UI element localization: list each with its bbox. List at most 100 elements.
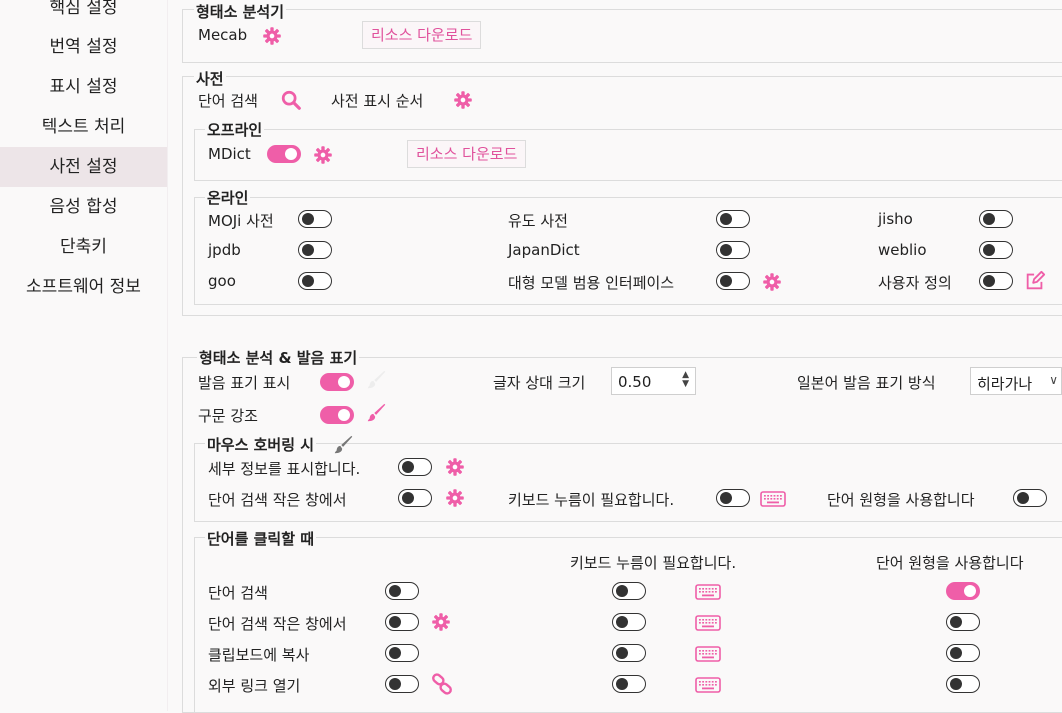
click-link-base-toggle[interactable] bbox=[946, 675, 980, 693]
click-row-label: 단어 검색 bbox=[208, 584, 268, 602]
morph-engine-label: Mecab bbox=[198, 26, 248, 44]
sidebar-item-tts[interactable]: 음성 합성 bbox=[0, 187, 167, 227]
click-col-base-header: 단어 원형을 사용합니다 bbox=[876, 554, 1024, 572]
pron-show-toggle[interactable] bbox=[320, 373, 354, 391]
pron-group-title: 형태소 분석 & 발음 표기 bbox=[197, 347, 360, 368]
mdict-label: MDict bbox=[208, 145, 251, 163]
pron-size-value: 0.50 bbox=[618, 373, 652, 391]
online-item-label: jisho bbox=[878, 210, 913, 228]
click-search-base-toggle[interactable] bbox=[946, 582, 980, 600]
morph-download-button[interactable]: 리소스 다운로드 bbox=[362, 21, 482, 49]
sidebar-divider bbox=[167, 0, 168, 711]
hover-small-toggle[interactable] bbox=[398, 489, 432, 507]
gear-icon[interactable] bbox=[313, 145, 333, 165]
pron-show-label: 발음 표기 표시 bbox=[198, 374, 291, 392]
click-search-toggle[interactable] bbox=[385, 582, 419, 600]
gear-icon[interactable] bbox=[453, 90, 473, 110]
keyboard-icon[interactable] bbox=[695, 646, 721, 662]
keyboard-icon[interactable] bbox=[695, 584, 721, 600]
online-item-label: weblio bbox=[878, 241, 927, 259]
sidebar-item-dictionary[interactable]: 사전 설정 bbox=[0, 147, 167, 187]
online-item-label: goo bbox=[208, 272, 236, 290]
morph-group-title: 형태소 분석기 bbox=[194, 1, 287, 22]
syntax-label: 구문 강조 bbox=[198, 407, 258, 425]
click-small-toggle[interactable] bbox=[385, 613, 419, 631]
online-japandict-toggle[interactable] bbox=[716, 241, 750, 259]
hover-keyboard-label: 키보드 누름이 필요합니다. bbox=[508, 491, 675, 509]
online-item-label: JapanDict bbox=[508, 241, 580, 259]
online-youdao-toggle[interactable] bbox=[716, 210, 750, 228]
click-row-label: 단어 검색 작은 창에서 bbox=[208, 615, 347, 633]
click-copy-toggle[interactable] bbox=[385, 644, 419, 662]
hover-base-toggle[interactable] bbox=[1013, 489, 1047, 507]
hover-detail-toggle[interactable] bbox=[398, 458, 432, 476]
syntax-toggle[interactable] bbox=[320, 406, 354, 424]
click-search-keyboard-toggle[interactable] bbox=[612, 582, 646, 600]
click-row-label: 클립보드에 복사 bbox=[208, 646, 310, 664]
hover-small-label: 단어 검색 작은 창에서 bbox=[208, 491, 347, 509]
dict-order-label: 사전 표시 순서 bbox=[331, 92, 424, 110]
brush-icon[interactable] bbox=[333, 434, 355, 456]
click-copy-base-toggle[interactable] bbox=[946, 644, 980, 662]
online-moji-toggle[interactable] bbox=[298, 210, 332, 228]
edit-icon[interactable] bbox=[1024, 270, 1046, 292]
click-link-toggle[interactable] bbox=[385, 675, 419, 693]
gear-icon[interactable] bbox=[762, 272, 782, 292]
pron-method-label: 일본어 발음 표기 방식 bbox=[797, 374, 936, 392]
online-item-label: 사용자 정의 bbox=[878, 274, 952, 292]
hover-group-title: 마우스 호버링 시 bbox=[205, 434, 317, 455]
brush-icon[interactable] bbox=[366, 369, 388, 391]
online-item-label: MOJi 사전 bbox=[208, 212, 274, 230]
pron-size-label: 글자 상대 크기 bbox=[493, 374, 586, 392]
hover-detail-label: 세부 정보를 표시합니다. bbox=[208, 460, 361, 478]
click-small-keyboard-toggle[interactable] bbox=[612, 613, 646, 631]
spin-arrows-icon[interactable]: ▲ ▼ bbox=[682, 371, 689, 389]
hover-base-label: 단어 원형을 사용합니다 bbox=[827, 491, 975, 509]
hover-keyboard-toggle[interactable] bbox=[716, 489, 750, 507]
search-icon[interactable] bbox=[280, 89, 302, 111]
online-item-label: 유도 사전 bbox=[508, 212, 568, 230]
online-group-title: 온라인 bbox=[205, 187, 251, 208]
gear-icon[interactable] bbox=[431, 612, 451, 632]
online-custom-toggle[interactable] bbox=[979, 272, 1013, 290]
chevron-down-icon: ∨ bbox=[1049, 373, 1058, 387]
pron-method-select[interactable]: 히라가나 ∨ bbox=[970, 367, 1062, 395]
link-icon[interactable] bbox=[431, 673, 453, 695]
online-jpdb-toggle[interactable] bbox=[298, 241, 332, 259]
keyboard-icon[interactable] bbox=[760, 491, 786, 507]
mdict-download-button[interactable]: 리소스 다운로드 bbox=[407, 140, 527, 168]
sidebar: 핵심 설정 번역 설정 표시 설정 텍스트 처리 사전 설정 음성 합성 단축키… bbox=[0, 0, 167, 711]
sidebar-item-core[interactable]: 핵심 설정 bbox=[0, 0, 167, 28]
sidebar-item-hotkeys[interactable]: 단축키 bbox=[0, 227, 167, 267]
online-item-label: jpdb bbox=[208, 241, 241, 259]
offline-group-title: 오프라인 bbox=[205, 119, 265, 140]
pron-size-spinbox[interactable]: 0.50 ▲ ▼ bbox=[611, 367, 696, 395]
click-col-keyboard-header: 키보드 누름이 필요합니다. bbox=[570, 554, 737, 572]
online-jisho-toggle[interactable] bbox=[979, 210, 1013, 228]
morph-group bbox=[182, 9, 1062, 63]
sidebar-item-text[interactable]: 텍스트 처리 bbox=[0, 107, 167, 147]
gear-icon[interactable] bbox=[262, 26, 282, 46]
dict-group-title: 사전 bbox=[194, 68, 226, 89]
gear-icon[interactable] bbox=[445, 457, 465, 477]
pron-method-value: 히라가나 bbox=[977, 375, 1033, 393]
online-goo-toggle[interactable] bbox=[298, 272, 332, 290]
click-small-base-toggle[interactable] bbox=[946, 613, 980, 631]
click-row-label: 외부 링크 열기 bbox=[208, 677, 301, 695]
sidebar-item-translation[interactable]: 번역 설정 bbox=[0, 27, 167, 67]
keyboard-icon[interactable] bbox=[695, 677, 721, 693]
click-link-keyboard-toggle[interactable] bbox=[612, 675, 646, 693]
brush-icon[interactable] bbox=[366, 402, 388, 424]
sidebar-item-display[interactable]: 표시 설정 bbox=[0, 67, 167, 107]
online-llm-toggle[interactable] bbox=[716, 272, 750, 290]
click-copy-keyboard-toggle[interactable] bbox=[612, 644, 646, 662]
hover-group bbox=[194, 443, 1062, 522]
online-weblio-toggle[interactable] bbox=[979, 241, 1013, 259]
online-item-label: 대형 모델 범용 인터페이스 bbox=[508, 274, 675, 292]
click-group-title: 단어를 클릭할 때 bbox=[205, 528, 317, 549]
gear-icon[interactable] bbox=[445, 488, 465, 508]
mdict-toggle[interactable] bbox=[267, 145, 301, 163]
sidebar-item-about[interactable]: 소프트웨어 정보 bbox=[0, 267, 167, 307]
dict-search-label: 단어 검색 bbox=[198, 92, 258, 110]
keyboard-icon[interactable] bbox=[695, 615, 721, 631]
